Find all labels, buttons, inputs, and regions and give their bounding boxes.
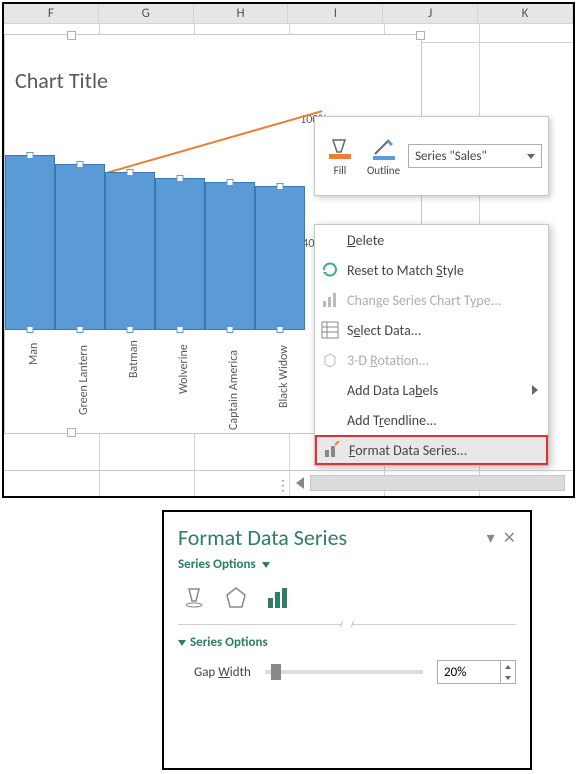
category-label: Black Widow	[277, 345, 291, 408]
series-options-tab-icon[interactable]	[266, 586, 290, 610]
col-header[interactable]: K	[478, 4, 573, 23]
format-series-icon	[323, 441, 341, 459]
category-label: Wolverine	[177, 344, 191, 394]
effects-tab-icon[interactable]	[224, 586, 248, 610]
series-selector[interactable]: Series "Sales"	[408, 144, 542, 168]
mini-toolbar: Fill Outline Series "Sales"	[314, 116, 549, 196]
collapse-icon	[178, 640, 186, 646]
col-header[interactable]: I	[288, 4, 383, 23]
panel-title: Format Data Series	[178, 524, 347, 551]
fill-line-tab-icon[interactable]	[182, 586, 206, 610]
menu-add-data-labels[interactable]: Add Data Labels	[315, 375, 548, 405]
chart-type-icon	[321, 291, 339, 309]
worksheet-tab-bar: ⋮	[4, 470, 573, 496]
category-label: Batman	[127, 340, 141, 378]
format-data-series-panel: Format Data Series ▾ ✕ Series Options Se…	[162, 510, 532, 770]
outline-icon	[371, 136, 397, 162]
gap-width-label: Gap Width	[194, 665, 251, 680]
scroll-left-icon[interactable]	[296, 477, 304, 489]
tab-menu-icon[interactable]: ⋮	[276, 477, 290, 494]
gap-width-value[interactable]: 20%	[438, 665, 500, 680]
col-header[interactable]: H	[194, 4, 289, 23]
menu-add-trendline[interactable]: Add Trendline...	[315, 405, 548, 435]
menu-reset-style[interactable]: Reset to Match Style	[315, 255, 548, 285]
menu-format-data-series[interactable]: Format Data Series...	[315, 435, 548, 465]
chevron-down-icon	[262, 562, 270, 568]
plot-area	[5, 107, 295, 372]
close-icon[interactable]: ✕	[503, 528, 516, 548]
spinner-down-icon[interactable]	[501, 672, 515, 683]
series-selector-value: Series "Sales"	[415, 149, 487, 164]
outline-button[interactable]: Outline	[361, 134, 406, 179]
menu-select-data[interactable]: Select Data...	[315, 315, 548, 345]
series-options-label: Series Options	[178, 557, 256, 572]
reset-icon	[321, 261, 339, 279]
menu-delete[interactable]: Delete	[315, 225, 548, 255]
fill-label: Fill	[334, 164, 347, 177]
horizontal-scrollbar[interactable]	[310, 475, 565, 491]
col-header[interactable]: J	[383, 4, 478, 23]
category-label: Green Lantern	[77, 345, 91, 415]
cube-icon	[321, 351, 339, 369]
series-options-dropdown[interactable]: Series Options	[178, 557, 516, 572]
section-label: Series Options	[190, 635, 268, 650]
select-data-icon	[321, 321, 339, 339]
dropdown-icon[interactable]: ▾	[487, 528, 495, 548]
col-header[interactable]: F	[4, 4, 99, 23]
series-options-section[interactable]: Series Options	[178, 635, 516, 650]
menu-change-chart-type: Change Series Chart Type...	[315, 285, 548, 315]
category-label: Man	[27, 343, 41, 365]
context-menu: Delete Reset to Match Style Change Serie…	[314, 224, 549, 466]
gap-width-slider[interactable]	[265, 670, 423, 674]
gap-width-spinner[interactable]: 20%	[437, 660, 516, 684]
column-headers: F G H I J K	[4, 4, 573, 24]
outline-label: Outline	[367, 164, 400, 177]
col-header[interactable]: G	[99, 4, 194, 23]
category-label: Captain America	[227, 350, 241, 430]
fill-button[interactable]: Fill	[321, 134, 359, 179]
chart-title[interactable]: Chart Title	[15, 67, 108, 94]
panel-icon-tabs	[178, 586, 516, 610]
fill-icon	[327, 136, 353, 162]
chevron-down-icon	[527, 154, 535, 159]
spinner-up-icon[interactable]	[501, 661, 515, 672]
menu-3d-rotation: 3-D Rotation...	[315, 345, 548, 375]
chevron-right-icon	[532, 385, 538, 395]
divider	[178, 624, 516, 625]
excel-chart-screenshot: F G H I J K Chart Title 100% 40%	[2, 2, 575, 498]
gap-width-control: Gap Width 20%	[178, 660, 516, 684]
